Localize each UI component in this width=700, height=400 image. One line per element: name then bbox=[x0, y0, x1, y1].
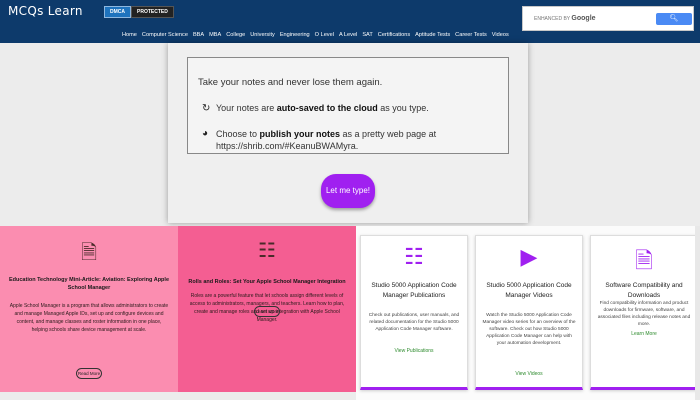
badge-dmca-label: DMCA bbox=[104, 6, 131, 18]
panel-2-learn-more-button[interactable]: Learn More bbox=[254, 306, 280, 317]
file-icon: 🗎︎ bbox=[635, 248, 653, 273]
nav-item-university[interactable]: University bbox=[250, 32, 275, 38]
nav-item-videos[interactable]: Videos bbox=[492, 32, 509, 38]
nav-item-career-tests[interactable]: Career Tests bbox=[455, 32, 487, 38]
panel-1-read-more-button[interactable]: Read More bbox=[76, 368, 102, 379]
resource-card-publications: ☷ Studio 5000 Application Code Manager P… bbox=[360, 235, 468, 390]
notes-title: Take your notes and never lose them agai… bbox=[198, 77, 383, 88]
article-panel-1: 🗎︎ Education Technology Mini-Article: Av… bbox=[0, 226, 178, 392]
nav-item-college[interactable]: College bbox=[226, 32, 245, 38]
article-panel-2: ☷ Rolls and Roles: Set Your Apple School… bbox=[178, 226, 356, 392]
site-header: MCQs Learn DMCA PROTECTED ENHANCED BY Go… bbox=[0, 0, 700, 43]
nav-item-a-level[interactable]: A Level bbox=[339, 32, 357, 38]
nav-item-aptitude-tests[interactable]: Aptitude Tests bbox=[415, 32, 450, 38]
card-3-link[interactable]: Learn More bbox=[591, 331, 697, 337]
nav-item-mba[interactable]: MBA bbox=[209, 32, 221, 38]
panel-1-title: Education Technology Mini-Article: Aviat… bbox=[8, 277, 169, 291]
resource-card-downloads: 🗎︎ Software Compatibility and Downloads … bbox=[590, 235, 698, 390]
search-prefix: ENHANCED BY bbox=[534, 16, 571, 22]
book-icon: ☷ bbox=[404, 244, 424, 269]
card-2-title: Studio 5000 Application Code Manager Vid… bbox=[486, 282, 572, 299]
note-autosave-text: Your notes are auto-saved to the cloud a… bbox=[216, 103, 429, 113]
search-button[interactable]: 🔍︎ bbox=[656, 13, 692, 25]
play-icon: ▶ bbox=[520, 244, 538, 269]
notes-embed-card: Take your notes and never lose them agai… bbox=[168, 43, 528, 223]
site-logo[interactable]: MCQs Learn bbox=[8, 4, 83, 18]
card-2-link[interactable]: View Videos bbox=[476, 371, 582, 377]
card-3-title: Software Compatibility and Downloads bbox=[605, 282, 683, 299]
nav-item-home[interactable]: Home bbox=[122, 32, 137, 38]
note-autosave: ↻ Your notes are auto-saved to the cloud… bbox=[202, 103, 429, 114]
document-icon: 🗎︎ bbox=[80, 242, 98, 264]
panel-1-text: Apple School Manager is a program that a… bbox=[9, 303, 169, 333]
card-1-title: Studio 5000 Application Code Manager Pub… bbox=[371, 282, 457, 299]
search-box: ENHANCED BY Google 🔍︎ bbox=[522, 6, 694, 31]
scrollbar[interactable] bbox=[695, 226, 700, 400]
let-me-type-button[interactable]: Let me type! bbox=[321, 174, 375, 208]
badge-protected-label: PROTECTED bbox=[131, 6, 174, 18]
nav-item-bba[interactable]: BBA bbox=[193, 32, 204, 38]
nav-item-engineering[interactable]: Engineering bbox=[280, 32, 310, 38]
nav-item-sat[interactable]: SAT bbox=[362, 32, 372, 38]
panel-2-title: Rolls and Roles: Set Your Apple School M… bbox=[188, 279, 346, 285]
search-input[interactable]: ENHANCED BY Google bbox=[526, 13, 650, 25]
main-nav: Home Computer Science BBA MBA College Un… bbox=[122, 32, 509, 38]
resource-card-videos: ▶ Studio 5000 Application Code Manager V… bbox=[475, 235, 583, 390]
card-3-text: Find compatibility information and produ… bbox=[597, 301, 691, 327]
globe-icon: ◕ bbox=[202, 128, 209, 139]
notes-box: Take your notes and never lose them agai… bbox=[187, 57, 509, 154]
hierarchy-icon: ☷ bbox=[258, 240, 276, 262]
card-2-text: Watch the Studio 5000 Application Code M… bbox=[482, 313, 576, 346]
note-publish: ◕ Choose to publish your notes as a pret… bbox=[202, 128, 436, 152]
nav-item-computer-science[interactable]: Computer Science bbox=[142, 32, 188, 38]
note-publish-text: Choose to publish your notes as a pretty… bbox=[216, 129, 437, 151]
card-1-text: Check out publications, user manuals, an… bbox=[368, 313, 460, 332]
nav-item-o-level[interactable]: O Level bbox=[315, 32, 334, 38]
nav-item-certifications[interactable]: Certifications bbox=[378, 32, 410, 38]
sync-icon: ↻ bbox=[202, 103, 211, 114]
dmca-badge[interactable]: DMCA PROTECTED bbox=[104, 6, 174, 18]
search-icon: 🔍︎ bbox=[669, 15, 679, 22]
card-1-link[interactable]: View Publications bbox=[361, 348, 467, 354]
search-brand: Google bbox=[571, 15, 596, 22]
publish-url: https://shrib.com/#KeanuBWAMyra. bbox=[216, 141, 359, 151]
